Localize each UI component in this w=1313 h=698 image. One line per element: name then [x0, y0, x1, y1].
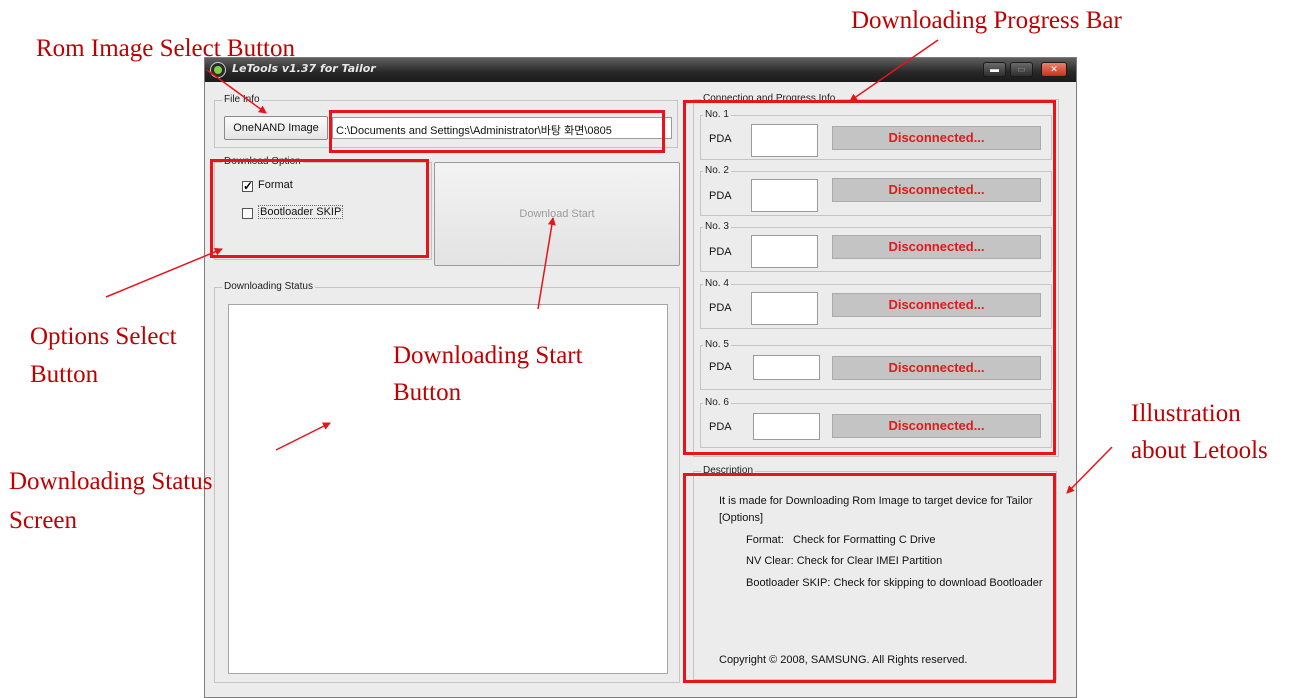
progress-bar-arrow — [849, 39, 939, 102]
annotation-arrows — [105, 39, 1113, 494]
annotation-downloading-progress-bar: Downloading Progress Bar — [851, 7, 1122, 34]
illustration-arrow — [1066, 446, 1113, 494]
annotation-downloading-status-1: Downloading Status — [9, 468, 213, 495]
annotation-downloading-status-2: Screen — [9, 507, 78, 534]
annotation-rom-image-select: Rom Image Select Button — [36, 35, 295, 62]
annotation-illustration-1: Illustration — [1131, 400, 1241, 427]
options-arrow — [105, 247, 223, 298]
download-start-arrow — [537, 217, 556, 310]
rom-select-arrow — [206, 69, 267, 114]
annotation-options-select-1: Options Select — [30, 323, 177, 350]
annotation-options-select-2: Button — [30, 361, 99, 388]
annotation-downloading-start-1: Downloading Start — [393, 342, 583, 369]
annotation-illustration-2: about Letools — [1131, 437, 1268, 464]
status-screen-arrow — [275, 422, 331, 451]
annotation-downloading-start-2: Button — [393, 379, 462, 406]
